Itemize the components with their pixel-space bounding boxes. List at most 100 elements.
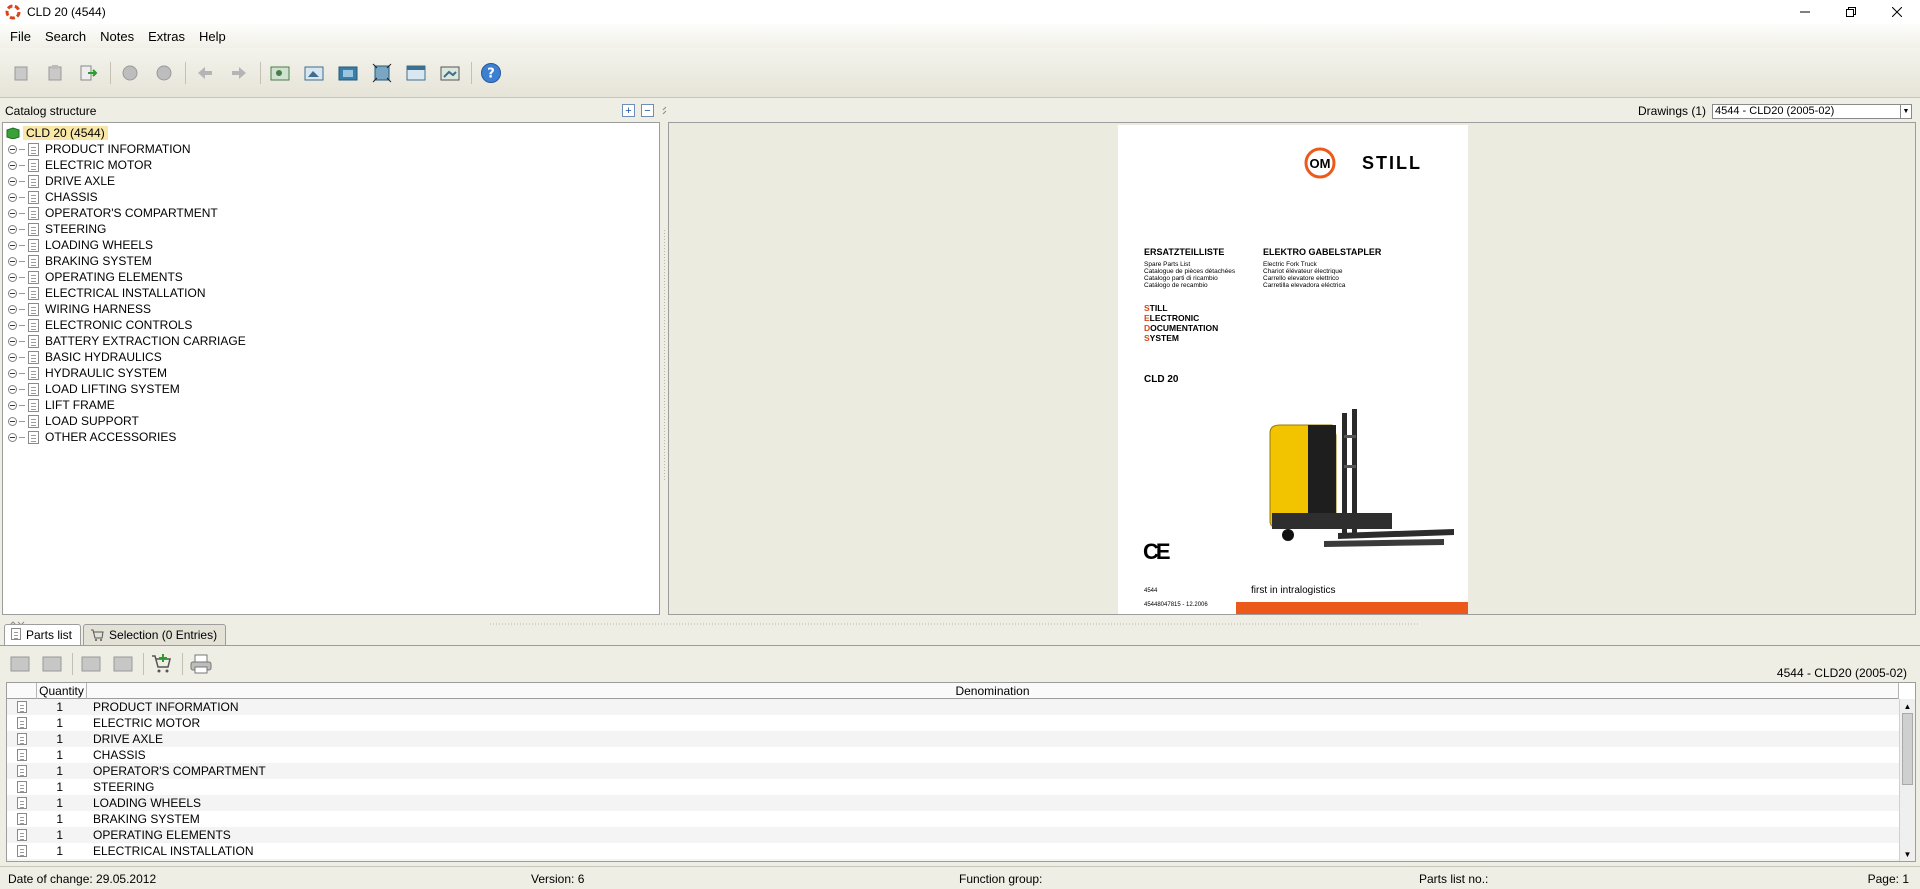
toolbar-catalog-button[interactable]	[42, 60, 68, 86]
catalog-cover-page: OM STILL ERSATZTEILLISTE ELEKTRO GABELST…	[1118, 125, 1468, 614]
app-logo-icon	[5, 4, 21, 20]
expand-node-icon[interactable]	[8, 352, 17, 362]
collapse-all-button[interactable]: −	[641, 104, 654, 117]
tree-item[interactable]: LOADING WHEELS	[8, 237, 153, 253]
parts-toolbar-button[interactable]	[8, 652, 32, 676]
drawings-select[interactable]: 4544 - CLD20 (2005-02) ▼	[1712, 103, 1912, 119]
toolbar-zoom-in-button[interactable]	[267, 60, 293, 86]
parts-table: Quantity Denomination 1 PRODUCT INFORMATI…	[6, 682, 1916, 862]
scroll-down-icon[interactable]: ▼	[1900, 847, 1915, 861]
vertical-splitter[interactable]	[662, 100, 667, 615]
tree-root-node[interactable]: CLD 20 (4544)	[6, 125, 108, 141]
table-row[interactable]: 1WIRING HARNESS	[7, 859, 1899, 861]
table-row[interactable]: 1 PRODUCT INFORMATION	[7, 699, 1899, 715]
table-row[interactable]: 1 ELECTRIC MOTOR	[7, 715, 1899, 731]
tree-item[interactable]: STEERING	[8, 221, 106, 237]
expand-node-icon[interactable]	[8, 336, 17, 346]
toolbar-back-button[interactable]	[117, 60, 143, 86]
menu-extras[interactable]: Extras	[148, 29, 185, 44]
toolbar-help-button[interactable]: ?	[478, 60, 504, 86]
expand-node-icon[interactable]	[8, 256, 17, 266]
tree-item[interactable]: LOAD SUPPORT	[8, 413, 139, 429]
parts-toolbar-button[interactable]	[79, 652, 103, 676]
expand-node-icon[interactable]	[8, 416, 17, 426]
tree-item[interactable]: ELECTRICAL INSTALLATION	[8, 285, 205, 301]
expand-node-icon[interactable]	[8, 400, 17, 410]
table-row[interactable]: 1 CHASSIS	[7, 747, 1899, 763]
expand-node-icon[interactable]	[8, 288, 17, 298]
column-header-icon[interactable]	[7, 683, 37, 699]
table-row[interactable]: 1 OPERATOR'S COMPARTMENT	[7, 763, 1899, 779]
tree-item[interactable]: BRAKING SYSTEM	[8, 253, 152, 269]
close-button[interactable]	[1874, 0, 1920, 24]
tree-item[interactable]: BATTERY EXTRACTION CARRIAGE	[8, 333, 246, 349]
table-row[interactable]: 1 DRIVE AXLE	[7, 731, 1899, 747]
toolbar-window-button[interactable]	[403, 60, 429, 86]
row-quantity: 1	[56, 700, 63, 714]
tree-item[interactable]: OTHER ACCESSORIES	[8, 429, 176, 445]
expand-node-icon[interactable]	[8, 384, 17, 394]
tree-item[interactable]: OPERATING ELEMENTS	[8, 269, 183, 285]
tree-item[interactable]: PRODUCT INFORMATION	[8, 141, 191, 157]
toolbar-print-view-button[interactable]	[437, 60, 463, 86]
expand-node-icon[interactable]	[8, 240, 17, 250]
tree-item[interactable]: ELECTRONIC CONTROLS	[8, 317, 192, 333]
scroll-thumb[interactable]	[1902, 713, 1913, 785]
parts-toolbar-button[interactable]	[111, 652, 135, 676]
tab-parts-list[interactable]: Parts list	[4, 624, 82, 645]
table-row[interactable]: 1 ELECTRICAL INSTALLATION	[7, 843, 1899, 859]
expand-node-icon[interactable]	[8, 144, 17, 154]
expand-node-icon[interactable]	[8, 176, 17, 186]
tree-item[interactable]: LOAD LIFTING SYSTEM	[8, 381, 180, 397]
expand-node-icon[interactable]	[8, 272, 17, 282]
tree-item[interactable]: DRIVE AXLE	[8, 173, 115, 189]
row-quantity: 1	[56, 812, 63, 826]
toolbar-home-button[interactable]	[8, 60, 34, 86]
print-button[interactable]	[189, 652, 213, 676]
drawing-viewer[interactable]: OM STILL ERSATZTEILLISTE ELEKTRO GABELST…	[668, 122, 1916, 615]
toolbar-fit-button[interactable]	[335, 60, 361, 86]
toolbar-previous-button[interactable]	[192, 60, 218, 86]
menu-help[interactable]: Help	[199, 29, 226, 44]
tree-item[interactable]: OPERATOR'S COMPARTMENT	[8, 205, 218, 221]
tab-selection[interactable]: Selection (0 Entries)	[83, 624, 227, 645]
toolbar-next-button[interactable]	[226, 60, 252, 86]
expand-node-icon[interactable]	[8, 208, 17, 218]
tree-item[interactable]: BASIC HYDRAULICS	[8, 349, 162, 365]
scroll-up-icon[interactable]: ▲	[1900, 699, 1915, 713]
tree-item[interactable]: ELECTRIC MOTOR	[8, 157, 152, 173]
expand-node-icon[interactable]	[8, 368, 17, 378]
toolbar-zoom-out-button[interactable]	[301, 60, 327, 86]
expand-node-icon[interactable]	[8, 160, 17, 170]
expand-node-icon[interactable]	[8, 192, 17, 202]
column-header-denomination[interactable]: Denomination	[87, 683, 1899, 699]
expand-node-icon[interactable]	[8, 304, 17, 314]
tree-item[interactable]: CHASSIS	[8, 189, 98, 205]
add-to-cart-button[interactable]	[150, 652, 174, 676]
parts-toolbar-button[interactable]	[40, 652, 64, 676]
expand-node-icon[interactable]	[8, 224, 17, 234]
tree-item[interactable]: WIRING HARNESS	[8, 301, 151, 317]
minimize-button[interactable]	[1782, 0, 1828, 24]
menu-notes[interactable]: Notes	[100, 29, 134, 44]
toolbar-fit-width-button[interactable]	[369, 60, 395, 86]
toolbar-export-button[interactable]	[76, 60, 102, 86]
horizontal-splitter[interactable]	[0, 616, 1920, 626]
table-row[interactable]: 1 LOADING WHEELS	[7, 795, 1899, 811]
table-row[interactable]: 1 STEERING	[7, 779, 1899, 795]
expand-node-icon[interactable]	[8, 432, 17, 442]
tree-item[interactable]: HYDRAULIC SYSTEM	[8, 365, 167, 381]
toolbar-forward-button[interactable]	[151, 60, 177, 86]
table-scrollbar[interactable]: ▲ ▼	[1899, 699, 1915, 861]
restore-icon	[1846, 7, 1856, 17]
table-row[interactable]: 1 OPERATING ELEMENTS	[7, 827, 1899, 843]
table-row[interactable]: 1 BRAKING SYSTEM	[7, 811, 1899, 827]
column-header-quantity[interactable]: Quantity	[37, 683, 87, 699]
tree-item[interactable]: LIFT FRAME	[8, 397, 115, 413]
document-icon	[17, 749, 27, 761]
restore-button[interactable]	[1828, 0, 1874, 24]
expand-node-icon[interactable]	[8, 320, 17, 330]
menu-file[interactable]: File	[10, 29, 31, 44]
menu-search[interactable]: Search	[45, 29, 86, 44]
expand-all-button[interactable]: +	[622, 104, 635, 117]
